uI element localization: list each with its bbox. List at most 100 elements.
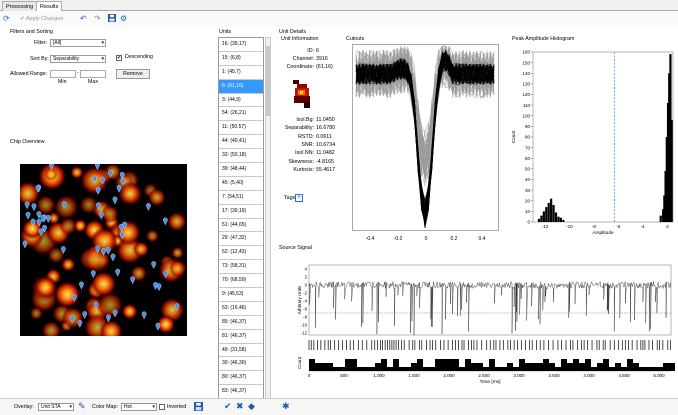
unit-list-item[interactable]: 6: (61,16) <box>219 79 263 94</box>
unit-list-item[interactable]: 83: (46,37) <box>219 385 263 398</box>
unit-list-item[interactable]: 63: (16,46) <box>219 302 263 316</box>
count-bar <box>645 367 651 371</box>
chip-heatmap[interactable] <box>20 164 187 336</box>
add-tag-icon[interactable]: + <box>295 194 303 202</box>
unit-list-item[interactable]: 85: (46,37) <box>219 316 263 330</box>
stat-label: Isol.Bg: <box>296 117 314 123</box>
reject-unit-icon[interactable]: ✖ <box>236 401 244 412</box>
remove-button[interactable]: Remove <box>116 69 150 79</box>
overlay-select[interactable]: Unit STA <box>38 403 74 411</box>
count-bar <box>585 359 591 371</box>
heat-blob <box>29 306 44 321</box>
save-icon[interactable] <box>108 14 116 24</box>
hist-ytick: 60 <box>525 156 531 161</box>
heat-blob <box>115 219 142 246</box>
hist-ytick: 80 <box>525 135 531 140</box>
unit-list-item[interactable]: 16: (39,17) <box>219 38 263 52</box>
hist-ytick: 120 <box>522 92 530 97</box>
id-value: 6 <box>316 48 319 54</box>
descending-checkbox[interactable]: ✔ <box>116 55 122 61</box>
unit-list-item[interactable]: 1: (45,7) <box>219 66 263 80</box>
heat-blob <box>53 280 81 309</box>
unit-list-item[interactable]: 11: (50,57) <box>219 121 263 136</box>
unit-list-item[interactable]: 7: (54,51) <box>219 191 263 205</box>
tab-processing[interactable]: Processing <box>2 1 38 11</box>
redo-icon[interactable]: ↷ <box>94 14 101 24</box>
count-bar <box>327 363 333 371</box>
signal-ytick: 2 <box>305 275 308 280</box>
inverted-checkbox[interactable] <box>159 404 165 410</box>
unit-list-item[interactable]: 44: (40,41) <box>219 135 263 150</box>
unit-list-item[interactable]: 81: (46,37) <box>219 330 263 344</box>
count-bar <box>633 363 639 371</box>
count-bar <box>669 363 675 371</box>
count-bar <box>435 359 441 371</box>
source-signal-plot[interactable]: 4 2 0 -2 -4 -6 -8 -10 -12 Arbitrary Units Count 0 50… <box>279 253 678 396</box>
unit-list-item[interactable]: 73: (58,31) <box>219 260 263 275</box>
colormap-select[interactable]: Hot <box>121 403 157 411</box>
save-image-icon[interactable] <box>194 402 203 413</box>
count-bar <box>399 367 405 371</box>
undo-icon[interactable]: ↶ <box>80 14 87 24</box>
coordinate-value: (61,16) <box>316 64 333 70</box>
gear-icon[interactable]: ⚙ <box>120 14 127 24</box>
cutouts-plot[interactable]: -0.4 -0.2 0 0.2 0.4 <box>352 44 504 240</box>
scrollbar-thumb[interactable] <box>266 46 270 116</box>
hist-bar <box>562 219 565 222</box>
heat-blob <box>34 276 57 299</box>
tab-results[interactable]: Results <box>36 1 63 11</box>
unit-list-item[interactable]: 33: (50,18) <box>219 149 263 164</box>
histogram-plot[interactable]: 0 10 20 30 40 50 60 70 80 90 100 110 120 130 140 150 160… <box>507 44 677 240</box>
unit-list-item[interactable]: 62: (12,43) <box>219 246 263 261</box>
units-list[interactable]: 16: (39,17) 15: (6,8) 1: (45,7) 6: (61,16) 3… <box>218 37 264 399</box>
hist-xlabel: Amplitude <box>592 230 614 236</box>
hist-ytick: 110 <box>523 103 531 108</box>
unit-list-item[interactable]: 49: (31,58) <box>219 344 263 358</box>
unit-list-item[interactable]: 45: (5,40) <box>219 177 263 191</box>
filters-title: Filters and Sorting <box>10 29 53 35</box>
count-bar <box>375 363 381 371</box>
unit-list-item[interactable]: 70: (68,59) <box>219 274 263 289</box>
count-bar <box>351 359 357 371</box>
unit-list-item[interactable]: 9: (45,53) <box>219 288 263 302</box>
signal-xtick: 2.500 <box>478 373 490 378</box>
brush-icon[interactable]: ✎ <box>78 401 86 412</box>
count-bar <box>381 359 387 371</box>
count-bar <box>567 363 573 371</box>
filter-select[interactable]: [All] <box>50 39 106 47</box>
unit-list-item[interactable]: 15: (6,8) <box>219 52 263 66</box>
accept-unit-icon[interactable]: ✔ <box>224 401 232 412</box>
auto-fit-icon[interactable]: ✱ <box>282 401 290 412</box>
unit-list-item[interactable]: 80: (46,37) <box>219 371 263 386</box>
refresh-icon[interactable]: ⟳ <box>3 14 10 24</box>
unit-list-item[interactable]: 29: (47,32) <box>219 232 263 247</box>
sortby-select[interactable]: Separability <box>50 55 106 63</box>
count-bar <box>429 367 435 371</box>
range-min-input[interactable] <box>50 70 76 78</box>
hist-bar <box>552 205 555 222</box>
unit-list-item[interactable]: 30: (46,30) <box>219 357 263 372</box>
hist-ytick: 70 <box>525 145 531 150</box>
cutouts-xtick: -0.4 <box>366 236 375 240</box>
heat-blob <box>121 303 138 320</box>
tag-icon[interactable]: ◆ <box>248 401 255 412</box>
hist-ytick: 50 <box>525 167 531 172</box>
unit-list-item[interactable]: 39: (48,44) <box>219 163 263 177</box>
chip-overview-title: Chip Overview <box>10 139 45 145</box>
colormap-label: Color Map: <box>92 404 118 410</box>
hist-bar <box>557 216 560 222</box>
apply-changes-button[interactable]: ✔ Apply Changes <box>20 14 63 24</box>
range-max-input[interactable] <box>80 70 106 78</box>
unit-list-item[interactable]: 51: (44,65) <box>219 219 263 233</box>
count-bar <box>549 363 555 371</box>
unit-list-item[interactable]: 3: (44,9) <box>219 94 263 108</box>
unit-list-item[interactable]: 17: (39,19) <box>219 205 263 219</box>
count-bar <box>615 363 621 371</box>
count-bar <box>579 363 585 371</box>
hist-ytick: 40 <box>525 177 531 182</box>
hist-ytick: 140 <box>522 71 530 76</box>
units-scrollbar[interactable] <box>265 37 271 399</box>
heat-blob <box>168 259 187 278</box>
unit-list-item[interactable]: 54: (26,21) <box>219 107 263 122</box>
hist-xtick: -6 <box>616 224 620 229</box>
